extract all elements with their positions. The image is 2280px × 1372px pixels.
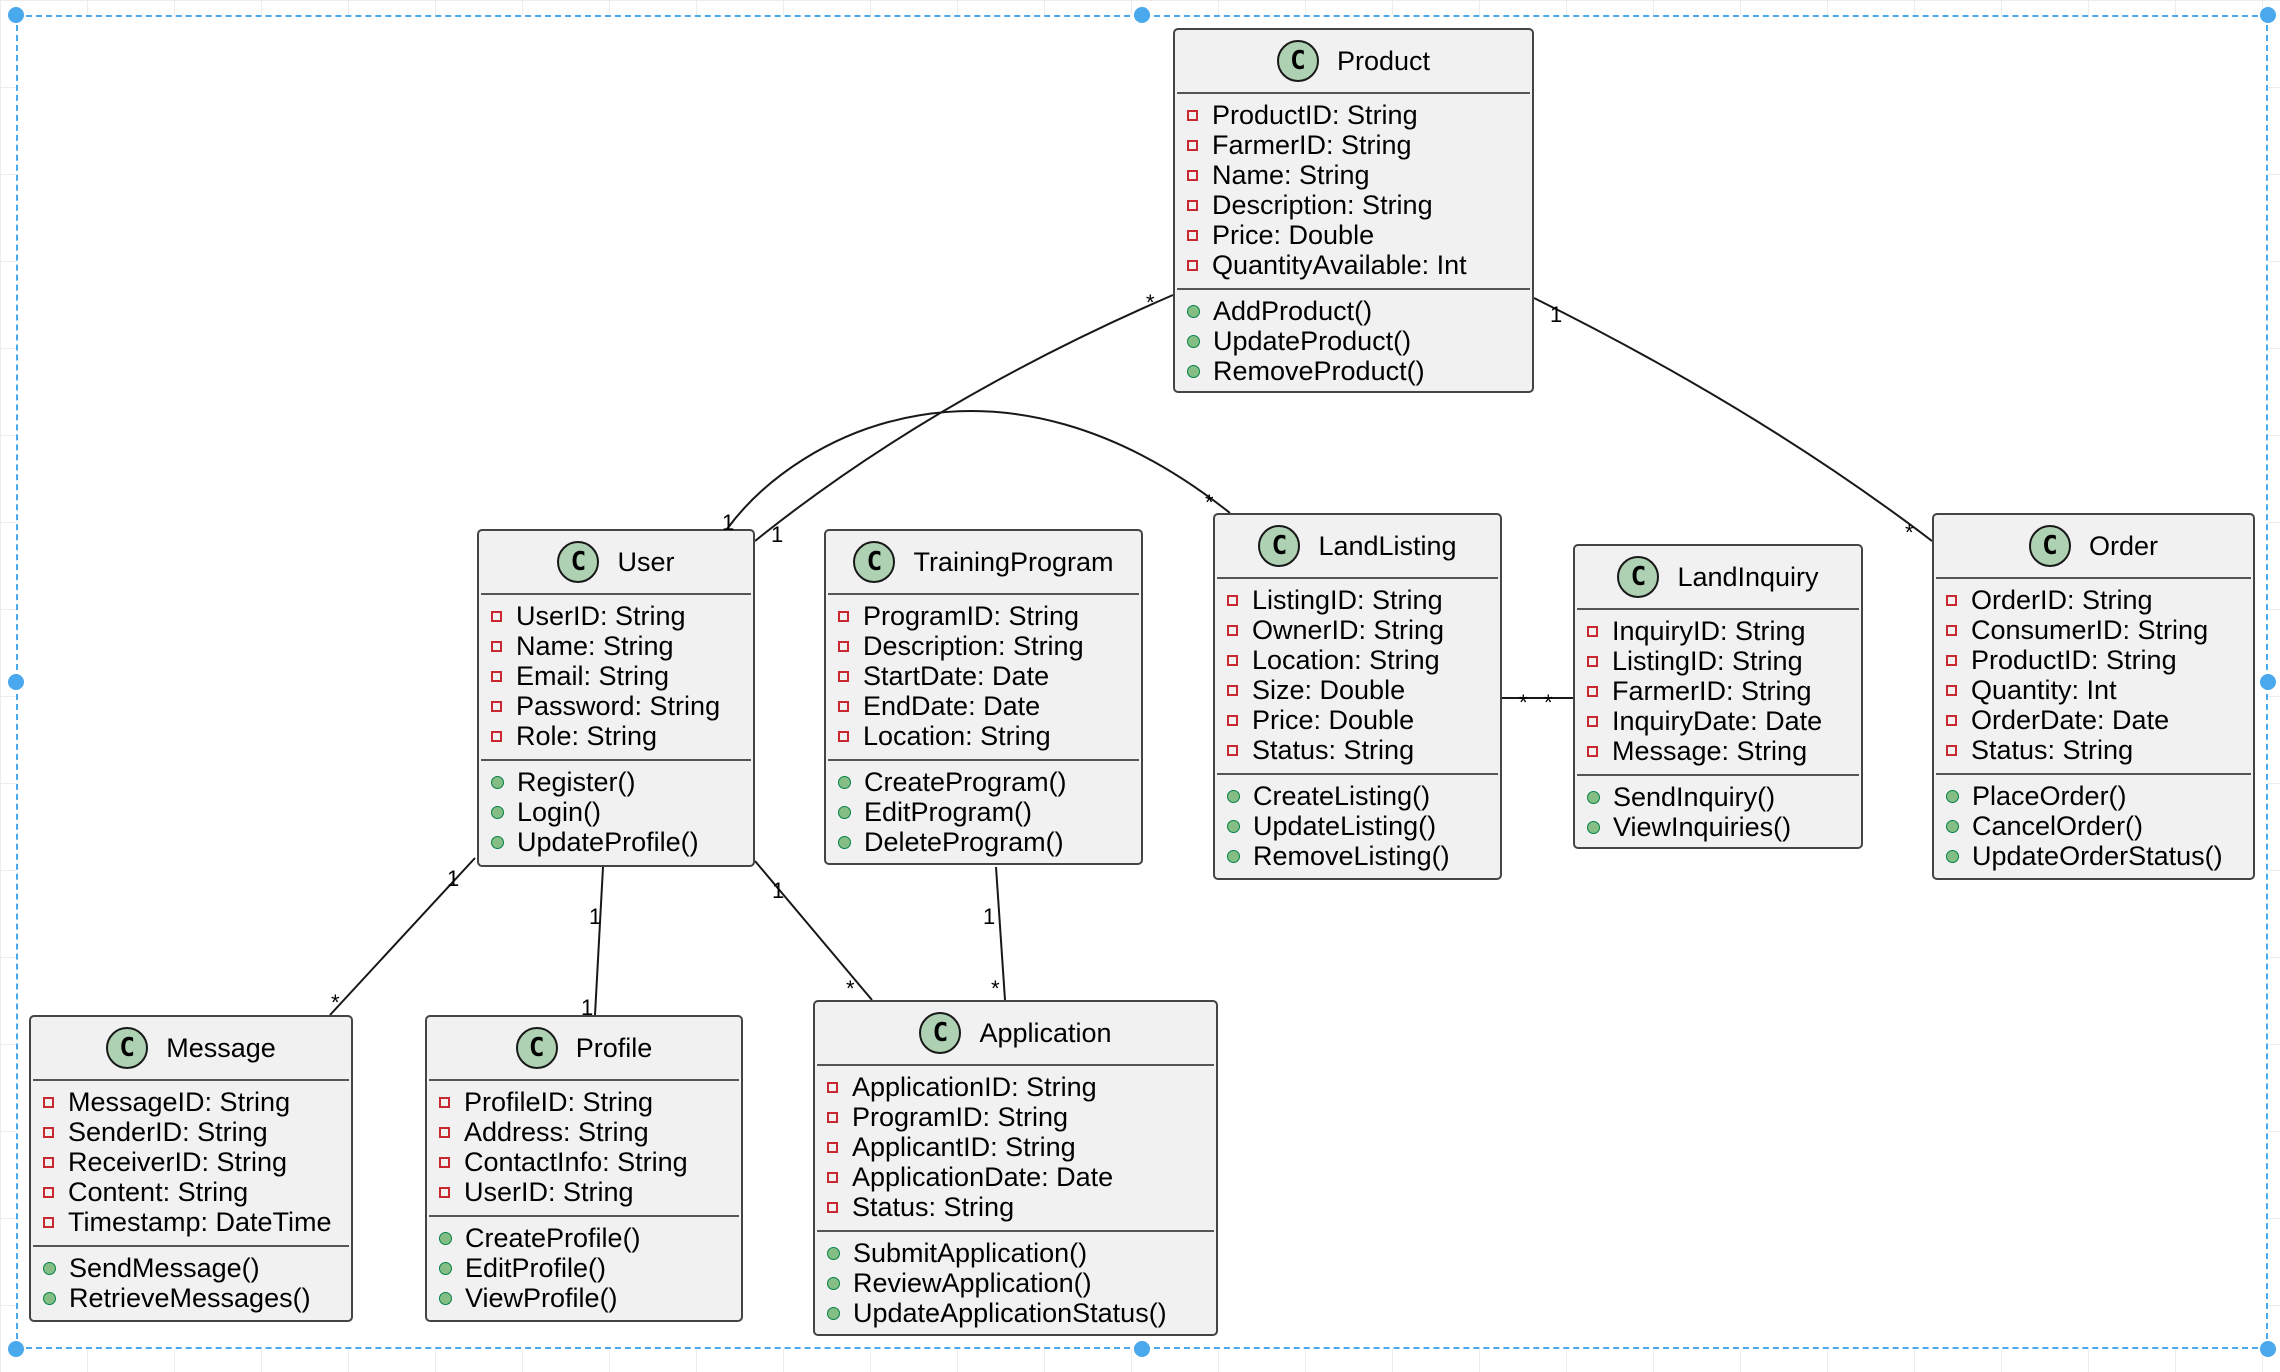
- resize-handle[interactable]: [8, 7, 24, 23]
- resize-handle[interactable]: [8, 1341, 24, 1357]
- resize-handle[interactable]: [2260, 674, 2276, 690]
- resize-handle[interactable]: [8, 674, 24, 690]
- resize-handle[interactable]: [2260, 7, 2276, 23]
- resize-handle[interactable]: [1134, 1341, 1150, 1357]
- selection-border: [16, 15, 2268, 1349]
- resize-handle[interactable]: [2260, 1341, 2276, 1357]
- resize-handle[interactable]: [1134, 7, 1150, 23]
